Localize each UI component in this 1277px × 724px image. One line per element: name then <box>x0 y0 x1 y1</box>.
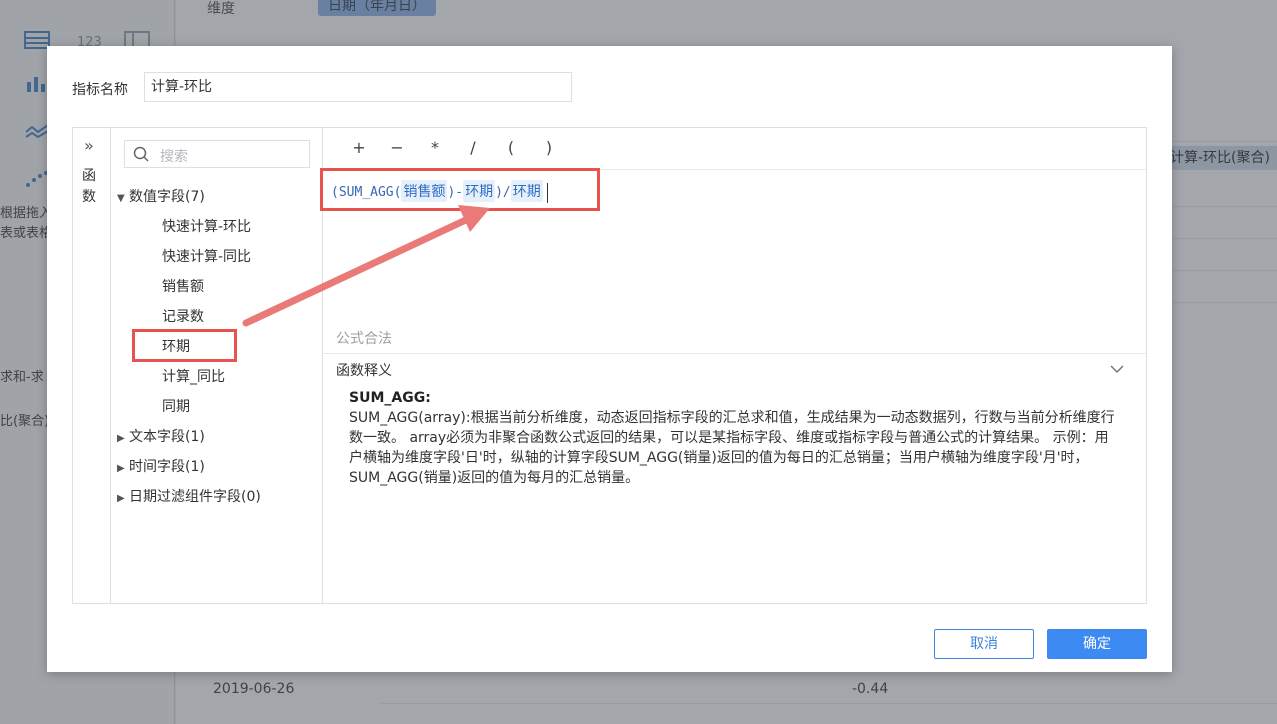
caret-down-icon: ▼ <box>117 193 125 204</box>
group-numeric-fields[interactable]: ▼ 数值字段(7) <box>117 186 205 206</box>
caret-right-icon: ▶ <box>117 463 125 474</box>
field-list: 搜索 ▼ 数值字段(7) 快速计算-环比 快速计算-同比 销售额 记录数 环期 计… <box>111 128 323 603</box>
function-explanation-header[interactable]: 函数释义 <box>323 353 1146 383</box>
cancel-button[interactable]: 取消 <box>934 629 1034 659</box>
formula-highlight-box <box>320 168 600 211</box>
field-name-label: 指标名称 <box>72 82 128 98</box>
divide-operator-button[interactable]: / <box>463 138 483 157</box>
field-name-input[interactable]: 计算-环比 <box>144 72 572 102</box>
field-item[interactable]: 快速计算-同比 <box>162 246 251 266</box>
field-item[interactable]: 计算_同比 <box>162 366 225 386</box>
right-paren-button[interactable]: ) <box>539 138 559 157</box>
group-text-fields[interactable]: ▶ 文本字段(1) <box>117 426 205 446</box>
function-name: SUM_AGG: <box>349 390 431 406</box>
search-placeholder: 搜索 <box>160 149 188 165</box>
caret-right-icon: ▶ <box>117 493 125 504</box>
function-sidebar[interactable]: » 函数 <box>73 128 111 603</box>
operator-toolbar: + − * / ( ) <box>323 128 1146 170</box>
function-description: SUM_AGG(array):根据当前分析维度，动态返回指标字段的汇总求和值，生… <box>349 410 1115 486</box>
confirm-button[interactable]: 确定 <box>1047 629 1147 659</box>
group-date-filter-fields[interactable]: ▶ 日期过滤组件字段(0) <box>117 486 261 506</box>
field-item[interactable]: 销售额 <box>162 276 204 296</box>
expand-chevron-icon[interactable]: » <box>84 136 94 155</box>
left-paren-button[interactable]: ( <box>501 138 521 157</box>
function-tab-label[interactable]: 函数 <box>81 166 97 208</box>
multiply-operator-button[interactable]: * <box>425 138 445 157</box>
search-icon <box>133 146 149 162</box>
search-input[interactable]: 搜索 <box>124 140 310 168</box>
field-highlight-box <box>132 329 237 362</box>
caret-right-icon: ▶ <box>117 433 125 444</box>
formula-status: 公式合法 <box>336 331 392 347</box>
field-item[interactable]: 记录数 <box>162 306 204 326</box>
group-time-fields[interactable]: ▶ 时间字段(1) <box>117 456 205 476</box>
chevron-down-icon[interactable] <box>1110 364 1124 374</box>
plus-operator-button[interactable]: + <box>349 138 369 157</box>
formula-panel: » 函数 搜索 ▼ 数值字段(7) 快速计算-环比 快速计算-同比 销售额 记录数… <box>72 127 1147 604</box>
explanation-title: 函数释义 <box>336 363 392 379</box>
field-item[interactable]: 快速计算-环比 <box>162 216 251 236</box>
minus-operator-button[interactable]: − <box>387 138 407 157</box>
field-item[interactable]: 同期 <box>162 396 190 416</box>
